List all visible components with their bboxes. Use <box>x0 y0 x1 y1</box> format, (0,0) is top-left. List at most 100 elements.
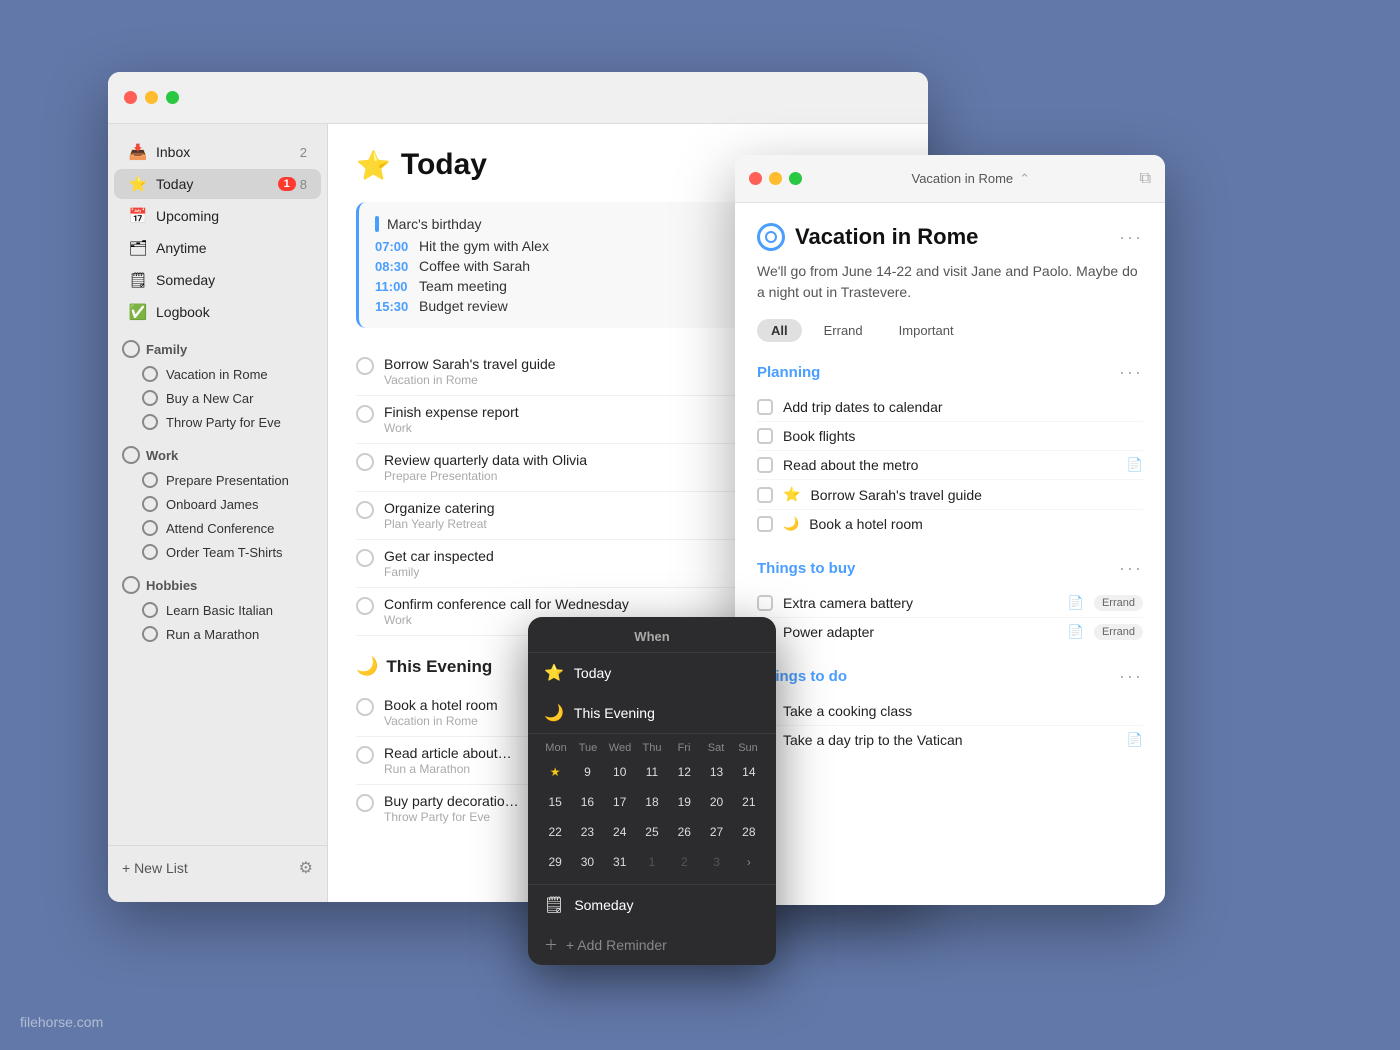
detail-task-trip-dates[interactable]: Add trip dates to calendar <box>757 393 1143 422</box>
cal-10[interactable]: 10 <box>606 758 634 786</box>
sidebar-item-someday[interactable]: 🗒 Someday <box>114 265 321 295</box>
filter-important[interactable]: Important <box>885 319 968 342</box>
detail-more-button[interactable]: ··· <box>1119 227 1143 248</box>
minimize-button[interactable] <box>145 91 158 104</box>
task-checkbox-6[interactable] <box>356 698 374 716</box>
task-checkbox-0[interactable] <box>356 357 374 375</box>
cal-25[interactable]: 25 <box>638 818 666 846</box>
cal-13[interactable]: 13 <box>703 758 731 786</box>
cal-forward-arrow[interactable]: › <box>735 848 763 876</box>
cal-30[interactable]: 30 <box>573 848 601 876</box>
task-checkbox-2[interactable] <box>356 453 374 471</box>
task-checkbox-hotel[interactable] <box>757 516 773 532</box>
cal-2-next[interactable]: 2 <box>670 848 698 876</box>
detail-fullscreen-button[interactable] <box>789 172 802 185</box>
cal-19[interactable]: 19 <box>670 788 698 816</box>
cal-15[interactable]: 15 <box>541 788 569 816</box>
cal-21[interactable]: 21 <box>735 788 763 816</box>
sidebar-item-learn-italian[interactable]: Learn Basic Italian <box>114 598 321 622</box>
task-checkbox-read-metro[interactable] <box>757 457 773 473</box>
close-button[interactable] <box>124 91 137 104</box>
task-text-hotel: Book a hotel room <box>809 516 1143 532</box>
detail-close-button[interactable] <box>749 172 762 185</box>
cal-22[interactable]: 22 <box>541 818 569 846</box>
cal-18[interactable]: 18 <box>638 788 666 816</box>
detail-task-vatican[interactable]: Take a day trip to the Vatican 📄 <box>757 726 1143 754</box>
popup-someday-option[interactable]: 🗒 Someday <box>528 884 776 925</box>
popup-today-option[interactable]: ⭐ Today <box>528 653 776 693</box>
cal-20[interactable]: 20 <box>703 788 731 816</box>
filter-errand[interactable]: Errand <box>810 319 877 342</box>
logbook-icon: ✅ <box>128 302 148 322</box>
task-checkbox-3[interactable] <box>356 501 374 519</box>
detail-task-cooking-class[interactable]: Take a cooking class <box>757 697 1143 726</box>
fullscreen-button[interactable] <box>166 91 179 104</box>
detail-task-power-adapter[interactable]: Power adapter 📄 Errand <box>757 618 1143 646</box>
sidebar-item-inbox[interactable]: 📥 Inbox 2 <box>114 137 321 167</box>
task-checkbox-camera[interactable] <box>757 595 773 611</box>
popup-evening-option[interactable]: 🌙 This Evening <box>528 693 776 733</box>
task-checkbox-book-flights[interactable] <box>757 428 773 444</box>
detail-copy-icon[interactable]: ⧉ <box>1140 170 1151 188</box>
cal-24[interactable]: 24 <box>606 818 634 846</box>
sidebar-item-upcoming[interactable]: 📅 Upcoming <box>114 201 321 231</box>
inbox-count: 2 <box>300 145 307 160</box>
adapter-errand-badge: Errand <box>1094 624 1143 640</box>
cal-9[interactable]: 9 <box>573 758 601 786</box>
task-checkbox-7[interactable] <box>356 746 374 764</box>
sidebar-item-vacation-rome[interactable]: Vacation in Rome <box>114 362 321 386</box>
cal-26[interactable]: 26 <box>670 818 698 846</box>
cal-28[interactable]: 28 <box>735 818 763 846</box>
sidebar-item-onboard-james[interactable]: Onboard James <box>114 492 321 516</box>
weekday-mon: Mon <box>540 742 572 754</box>
task-text-read-metro: Read about the metro <box>783 457 1117 473</box>
task-checkbox-trip-dates[interactable] <box>757 399 773 415</box>
sidebar-item-buy-car[interactable]: Buy a New Car <box>114 386 321 410</box>
cal-23[interactable]: 23 <box>573 818 601 846</box>
cal-3-next[interactable]: 3 <box>703 848 731 876</box>
cal-12[interactable]: 12 <box>670 758 698 786</box>
filter-all[interactable]: All <box>757 319 802 342</box>
things-to-do-more[interactable]: ··· <box>1119 666 1143 687</box>
new-list-button[interactable]: + New List <box>122 860 188 876</box>
sidebar-item-prepare-presentation[interactable]: Prepare Presentation <box>114 468 321 492</box>
sidebar-item-logbook[interactable]: ✅ Logbook <box>114 297 321 327</box>
detail-task-borrow-guide[interactable]: ⭐ Borrow Sarah's travel guide <box>757 480 1143 510</box>
sidebar-item-today[interactable]: ⭐ Today 1 8 <box>114 169 321 199</box>
hobbies-section-header: Hobbies <box>108 564 327 598</box>
sidebar-item-run-marathon[interactable]: Run a Marathon <box>114 622 321 646</box>
task-checkbox-8[interactable] <box>356 794 374 812</box>
cal-27[interactable]: 27 <box>703 818 731 846</box>
task-checkbox-1[interactable] <box>356 405 374 423</box>
cal-29[interactable]: 29 <box>541 848 569 876</box>
detail-minimize-button[interactable] <box>769 172 782 185</box>
sidebar-item-order-tshirts[interactable]: Order Team T-Shirts <box>114 540 321 564</box>
buy-car-icon <box>142 390 158 406</box>
planning-more-button[interactable]: ··· <box>1119 362 1143 383</box>
task-checkbox-borrow-guide[interactable] <box>757 487 773 503</box>
cal-31[interactable]: 31 <box>606 848 634 876</box>
cal-14[interactable]: 14 <box>735 758 763 786</box>
detail-task-camera-battery[interactable]: Extra camera battery 📄 Errand <box>757 589 1143 618</box>
cal-11[interactable]: 11 <box>638 758 666 786</box>
task-checkbox-5[interactable] <box>356 597 374 615</box>
settings-icon[interactable]: ⚙ <box>299 858 313 878</box>
cal-16[interactable]: 16 <box>573 788 601 816</box>
task-checkbox-4[interactable] <box>356 549 374 567</box>
detail-task-book-flights[interactable]: Book flights <box>757 422 1143 451</box>
popup-add-reminder[interactable]: ＋ + Add Reminder <box>528 925 776 965</box>
things-to-buy-title: Things to buy <box>757 560 855 577</box>
cal-star[interactable]: ★ <box>541 758 569 786</box>
things-to-buy-more[interactable]: ··· <box>1119 558 1143 579</box>
cal-17[interactable]: 17 <box>606 788 634 816</box>
order-tshirts-label: Order Team T-Shirts <box>166 545 283 560</box>
sidebar-item-attend-conference[interactable]: Attend Conference <box>114 516 321 540</box>
sidebar-item-anytime[interactable]: 🗂 Anytime <box>114 233 321 263</box>
sidebar-item-throw-party[interactable]: Throw Party for Eve <box>114 410 321 434</box>
sidebar-label-logbook: Logbook <box>156 304 307 320</box>
detail-task-read-metro[interactable]: Read about the metro 📄 <box>757 451 1143 480</box>
detail-task-book-hotel[interactable]: 🌙 Book a hotel room <box>757 510 1143 538</box>
detail-section-things-to-buy: Things to buy ··· Extra camera battery 📄… <box>757 558 1143 646</box>
cal-1-next[interactable]: 1 <box>638 848 666 876</box>
detail-window-title: Vacation in Rome ⌃ <box>912 171 1031 187</box>
